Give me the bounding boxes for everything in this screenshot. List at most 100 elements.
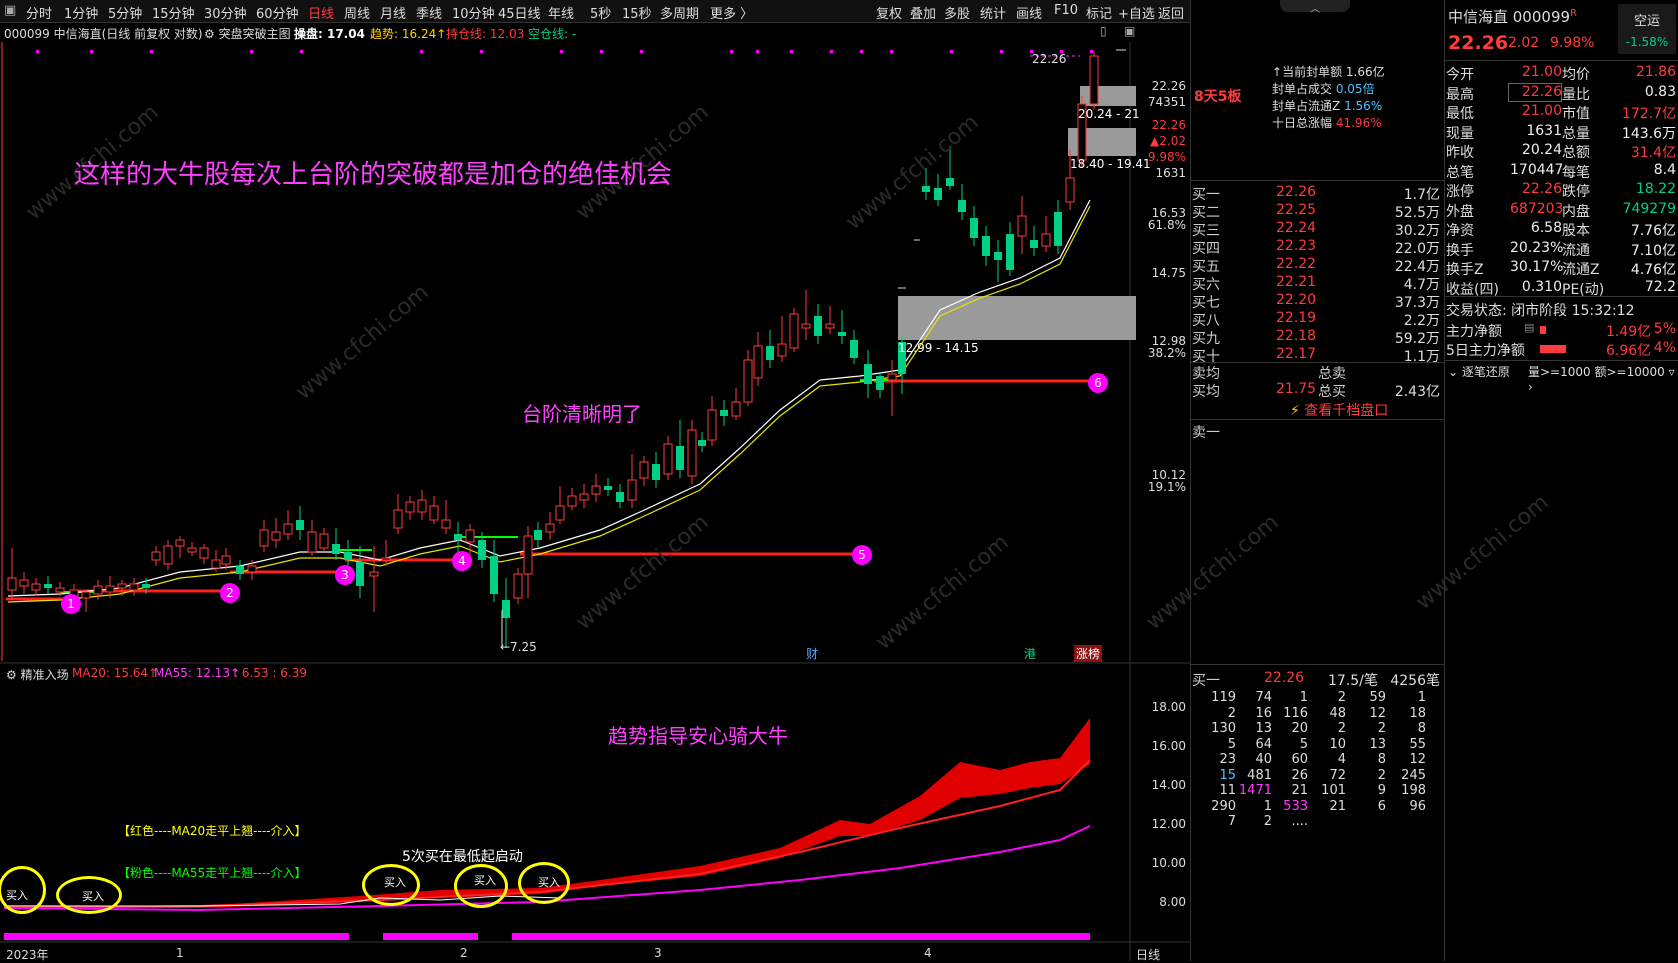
quote-stat-row: 净资 6.58 股本 7.76亿 (1446, 220, 1676, 239)
sector-box[interactable]: 空运 -1.58% (1618, 4, 1676, 54)
candle-body (31, 583, 41, 591)
candle-body (454, 534, 462, 540)
candle-body (381, 557, 391, 561)
candle-body (465, 529, 475, 543)
tick-restore-toggle[interactable]: ⌄ 逐笔还原 (1448, 363, 1510, 380)
candle-body (970, 218, 978, 238)
y-label-high: 22.26 (1151, 79, 1186, 93)
bid-price: 22.19 (1276, 310, 1317, 326)
candle-body (259, 529, 269, 547)
stat-label: 市值 (1562, 106, 1590, 122)
candle-body (7, 577, 17, 591)
candle-body (627, 479, 637, 501)
bid-row[interactable]: 买八 22.19 2.2万 (1192, 310, 1442, 329)
bid-volume: 1.7亿 (1403, 187, 1440, 203)
x-label-feb: 2 (460, 946, 468, 960)
seal-amount-row: ↑当前封单额 1.66亿 (1272, 65, 1385, 79)
view-levels-link[interactable]: ⚡ 查看千档盘口 (1290, 400, 1388, 420)
bid-row[interactable]: 买三 22.24 30.2万 (1192, 220, 1442, 239)
signal-dot (90, 50, 93, 53)
ten-day-label: 十日总涨幅 (1272, 116, 1333, 130)
stat-value: 7.10亿 (1630, 242, 1676, 259)
filter-dropdown[interactable]: 量>=1000 额>=10000 ▿ › (1528, 363, 1678, 394)
low-price-label: ←7.25 (500, 640, 537, 654)
stat-value: 7.76亿 (1630, 223, 1676, 239)
candle-body (175, 539, 185, 547)
lightning-icon: ⚡ (1290, 403, 1300, 419)
bid-label: 买九 (1192, 331, 1220, 347)
stat-value: 143.6万 (1621, 125, 1676, 142)
candle-body (1030, 240, 1038, 248)
bid-row[interactable]: 买七 22.20 37.3万 (1192, 292, 1442, 311)
candle-body (441, 519, 451, 529)
buy-label-1: 买入 (6, 889, 28, 902)
bid-row[interactable]: 买九 22.18 59.2万 (1192, 328, 1442, 347)
sub-chart-title[interactable]: ⚙ 精准入场 (6, 666, 69, 683)
bid-label: 买六 (1192, 277, 1220, 293)
quote-stat-row: 现量 1631 总量 143.6万 (1446, 123, 1676, 142)
hk-flag[interactable]: 港 (1024, 645, 1036, 662)
queue-cell: 481 (1247, 767, 1272, 783)
signal-dot (1090, 50, 1093, 53)
bid-label: 买二 (1192, 205, 1220, 221)
queue-cell: 116 (1283, 705, 1308, 721)
finance-flag[interactable]: 财 (806, 645, 818, 662)
queue-cell: 16 (1255, 705, 1272, 721)
queue-cell: 11 (1219, 783, 1236, 798)
limit-board-flag[interactable]: 涨榜 (1074, 645, 1103, 662)
queue-cell: 101 (1321, 783, 1346, 798)
candle-body (296, 520, 304, 530)
divider (1444, 296, 1678, 297)
signal-dot (640, 50, 643, 53)
candle-body (838, 332, 846, 336)
stat-label: 换手Z (1446, 262, 1484, 278)
candle-body (490, 556, 498, 594)
sub-y-18: 18.00 (1151, 700, 1186, 714)
stat-value: 687203 (1510, 200, 1564, 217)
candle-body (707, 409, 717, 441)
sub-y-8: 8.00 (1159, 895, 1186, 909)
queue-cell: 10 (1329, 736, 1346, 752)
bid-price: 22.25 (1276, 202, 1317, 218)
bid-row[interactable]: 买二 22.25 52.5万 (1192, 202, 1442, 221)
kline-chart[interactable] (0, 0, 1190, 961)
stat-label: 流通 (1562, 242, 1590, 259)
signal-dot (730, 50, 733, 53)
queue-cell: 59 (1369, 690, 1386, 705)
collapse-handle[interactable]: ︿ (1280, 0, 1350, 15)
stat-value: 18.22 (1635, 181, 1676, 197)
queue-cell: 13 (1255, 721, 1272, 736)
bid-row[interactable]: 买一 22.26 1.7亿 (1192, 184, 1442, 203)
five-day-bar (1540, 345, 1566, 353)
signal-dot (950, 50, 953, 53)
bid-row[interactable]: 买六 22.21 4.7万 (1192, 274, 1442, 293)
stat-label: 每笔 (1562, 164, 1590, 181)
candle-body (743, 359, 753, 403)
candle-body (19, 579, 29, 587)
queue-cell: 55 (1409, 736, 1426, 752)
signal-dot (480, 50, 483, 53)
queue-header: 买一 22.26 17.5/笔 4256笔 (1192, 670, 1442, 689)
zone-label-1: 12.99 - 14.15 (898, 341, 979, 355)
bid-price: 22.17 (1276, 346, 1317, 362)
signal-dot (420, 50, 423, 53)
stat-value: 170447 (1510, 161, 1564, 178)
candle-body (117, 583, 127, 589)
x-label-year: 2023年 (6, 948, 49, 962)
main-net-row: 主力净额 ▤ 1.49亿 5% (1446, 321, 1676, 340)
bid-label: 买一 (1192, 187, 1220, 203)
bid-row[interactable]: 买五 22.22 22.4万 (1192, 256, 1442, 275)
signal-dot (890, 50, 893, 53)
candle-body (271, 531, 281, 541)
candle-body (591, 485, 601, 495)
x-axis-period[interactable]: 日线 (1136, 946, 1160, 963)
candle-body (344, 552, 352, 560)
seal-float-row: 封单占流通Z 1.56% (1272, 98, 1385, 115)
buy-avg-row: 买均 21.75 总买 2.43亿 (1192, 381, 1442, 400)
sub-y-16: 16.00 (1151, 739, 1186, 753)
stat-label: 跌停 (1562, 184, 1590, 200)
candle-body (393, 509, 403, 529)
bid-row[interactable]: 买四 22.23 22.0万 (1192, 238, 1442, 257)
candle-body (777, 343, 787, 357)
info-icon[interactable]: ▤ (1524, 321, 1534, 334)
